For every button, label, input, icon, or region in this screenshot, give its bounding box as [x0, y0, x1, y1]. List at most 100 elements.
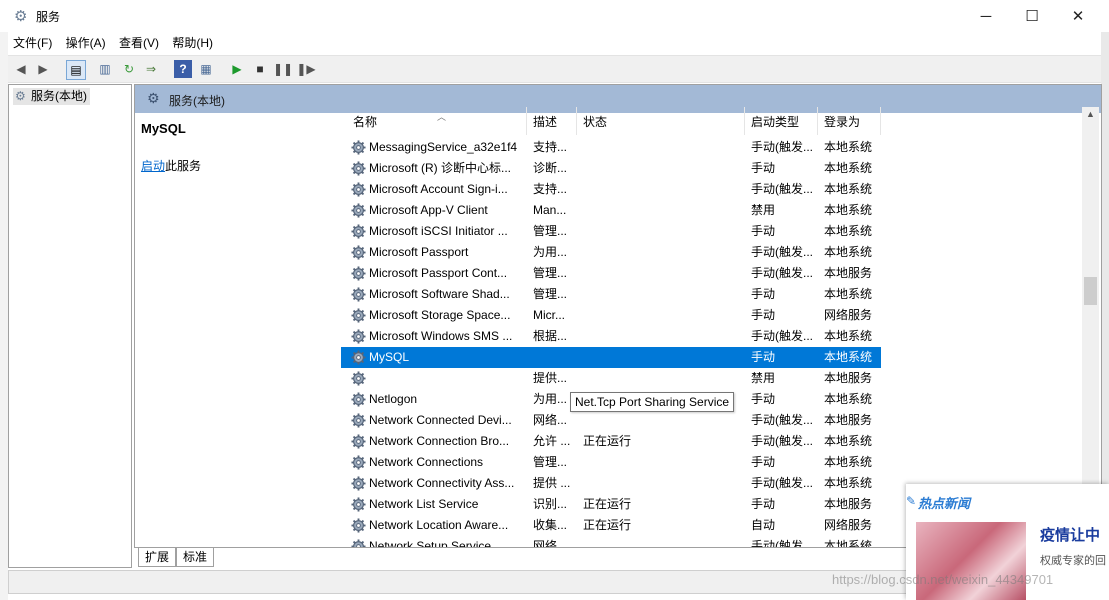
close-button[interactable]: ✕	[1055, 0, 1101, 32]
table-row[interactable]: Microsoft Passport 为用... 手动(触发... 本地系统	[341, 242, 881, 263]
service-description-cell: 提供 ...	[533, 476, 571, 490]
export-list-icon[interactable]: ⇒	[142, 60, 160, 78]
service-description-cell: 管理...	[533, 287, 568, 301]
service-startup-type-cell: 禁用	[751, 203, 776, 217]
table-row[interactable]: 提供... 禁用 本地服务	[341, 368, 881, 389]
service-name-cell: Microsoft Passport Cont...	[369, 266, 508, 280]
vertical-scrollbar[interactable]: ▲	[1082, 107, 1099, 547]
menu-file[interactable]: 文件(F)	[8, 33, 57, 53]
news-headline[interactable]: 疫情让中	[1040, 524, 1100, 545]
table-row[interactable]: Network Connected Devi... 网络... 手动(触发... 本地…	[341, 410, 881, 431]
refresh-icon[interactable]: ↻	[120, 60, 138, 78]
column-header-status[interactable]: 状态	[577, 107, 745, 135]
service-name-cell: Microsoft App-V Client	[369, 203, 488, 217]
table-row[interactable]: Network Connections 管理... 手动 本地系统	[341, 452, 881, 473]
table-row[interactable]: Microsoft Software Shad... 管理... 手动 本地系统	[341, 284, 881, 305]
service-status-cell: 正在运行	[583, 434, 632, 448]
service-logon-cell: 本地系统	[824, 434, 873, 448]
start-service-icon[interactable]: ▶	[228, 60, 246, 78]
service-name-cell: Network Connectivity Ass...	[369, 476, 515, 490]
toolbar: ◀ ▶ ▤ ▥ ↻ ⇒ ? ▦ ▶ ■ ❚❚ ❚▶	[8, 55, 1101, 83]
service-startup-type-cell: 手动	[751, 350, 776, 364]
window-title: 服务	[36, 10, 61, 24]
service-description-cell: 支持...	[533, 182, 568, 196]
console-tree-icon[interactable]: ▤	[66, 60, 86, 80]
view-icon[interactable]: ▦	[197, 60, 215, 78]
service-name-cell: MySQL	[369, 350, 410, 364]
service-logon-cell: 本地系统	[824, 245, 873, 259]
service-gear-icon	[351, 392, 366, 407]
table-row[interactable]: Network Connection Bro... 允许 ... 正在运行 手动(触发…	[341, 431, 881, 452]
service-name-cell: Netlogon	[369, 392, 418, 406]
column-header-name[interactable]: 名称	[347, 107, 527, 135]
service-description-cell: 管理...	[533, 266, 568, 280]
column-header-startup-type[interactable]: 启动类型	[745, 107, 818, 135]
table-row[interactable]: Microsoft Account Sign-i... 支持... 手动(触发...…	[341, 179, 881, 200]
column-header-logon[interactable]: 登录为	[818, 107, 881, 135]
properties-icon[interactable]: ▥	[96, 60, 114, 78]
stop-service-icon[interactable]: ■	[251, 60, 269, 78]
service-description-cell: 识别...	[533, 497, 568, 511]
service-description-cell: 为用...	[533, 392, 568, 406]
service-description-cell: Micr...	[533, 308, 565, 322]
service-name-cell: Microsoft Windows SMS ...	[369, 329, 513, 343]
column-header-description[interactable]: 描述	[527, 107, 577, 135]
tab-standard[interactable]: 标准	[176, 548, 215, 567]
service-startup-type-cell: 手动	[751, 392, 776, 406]
service-description-cell: 管理...	[533, 224, 568, 238]
table-row[interactable]: Network Location Aware... 收集... 正在运行 自动 网络服务	[341, 515, 881, 536]
table-row[interactable]: MySQL 手动 本地系统	[341, 347, 881, 368]
start-service-link[interactable]: 启动	[141, 159, 165, 173]
minimize-button[interactable]: ─	[963, 0, 1009, 32]
service-gear-icon	[351, 287, 366, 302]
tab-extended[interactable]: 扩展	[138, 548, 177, 567]
service-name-cell: Network Location Aware...	[369, 518, 509, 532]
service-gear-icon	[351, 182, 366, 197]
service-name-cell: Microsoft Software Shad...	[369, 287, 510, 301]
pause-service-icon[interactable]: ❚❚	[273, 60, 293, 78]
table-row[interactable]: Microsoft Passport Cont... 管理... 手动(触发... 本…	[341, 263, 881, 284]
scrollbar-thumb[interactable]	[1084, 277, 1097, 305]
service-logon-cell: 本地系统	[824, 140, 873, 154]
news-thumbnail[interactable]	[916, 522, 1026, 600]
table-row[interactable]: Network Connectivity Ass... 提供 ... 手动(触发..…	[341, 473, 881, 494]
table-row[interactable]: Microsoft Windows SMS ... 根据... 手动(触发... 本地…	[341, 326, 881, 347]
menu-help[interactable]: 帮助(H)	[167, 33, 218, 53]
service-name-cell: Microsoft Storage Space...	[369, 308, 511, 322]
service-logon-cell: 本地系统	[824, 224, 873, 238]
service-startup-type-cell: 手动(触发...	[751, 329, 813, 343]
service-startup-type-cell: 手动	[751, 161, 776, 175]
pane-header-title: 服务(本地)	[169, 94, 225, 108]
help-icon[interactable]: ?	[174, 60, 192, 78]
tree-item-services-local[interactable]: ⚙ 服务(本地)	[13, 88, 90, 105]
view-tabs: 扩展 标准	[134, 548, 434, 568]
scroll-up-arrow-icon[interactable]: ▲	[1086, 109, 1095, 119]
hot-news-icon: ✎	[906, 494, 917, 508]
service-name-cell: Network List Service	[369, 497, 479, 511]
table-row[interactable]: MessagingService_a32e1f4 支持... 手动(触发... 本地系…	[341, 137, 881, 158]
maximize-button[interactable]: ☐	[1009, 0, 1055, 32]
service-description-cell: 诊断...	[533, 161, 568, 175]
table-row[interactable]: Microsoft (R) 诊断中心标... 诊断... 手动 本地系统	[341, 158, 881, 179]
service-description-cell: 网络...	[533, 413, 568, 427]
service-gear-icon	[351, 224, 366, 239]
service-gear-icon	[351, 476, 366, 491]
background-window-edge	[0, 32, 8, 600]
service-logon-cell: 本地服务	[824, 497, 873, 511]
service-gear-icon	[351, 497, 366, 512]
back-arrow-icon[interactable]: ◀	[12, 60, 30, 78]
table-row[interactable]: Microsoft App-V Client Man... 禁用 本地系统	[341, 200, 881, 221]
table-row[interactable]: Network Setup Service 网络... 手动(触发... 本地系统	[341, 536, 881, 547]
service-startup-type-cell: 手动(触发...	[751, 245, 813, 259]
menu-view[interactable]: 查看(V)	[114, 33, 164, 53]
forward-arrow-icon[interactable]: ▶	[34, 60, 52, 78]
service-name-cell: Network Setup Service	[369, 539, 492, 547]
table-row[interactable]: Network List Service 识别... 正在运行 手动 本地服务	[341, 494, 881, 515]
table-row[interactable]: Microsoft iSCSI Initiator ... 管理... 手动 本地系统	[341, 221, 881, 242]
menu-bar: 文件(F) 操作(A) 查看(V) 帮助(H)	[8, 33, 1101, 53]
restart-service-icon[interactable]: ❚▶	[296, 60, 315, 78]
service-name-cell: Microsoft Passport	[369, 245, 469, 259]
menu-action[interactable]: 操作(A)	[61, 33, 111, 53]
title-bar[interactable]: ⚙ 服务 ─ ☐ ✕	[0, 0, 1109, 32]
table-row[interactable]: Microsoft Storage Space... Micr... 手动 网络服务	[341, 305, 881, 326]
